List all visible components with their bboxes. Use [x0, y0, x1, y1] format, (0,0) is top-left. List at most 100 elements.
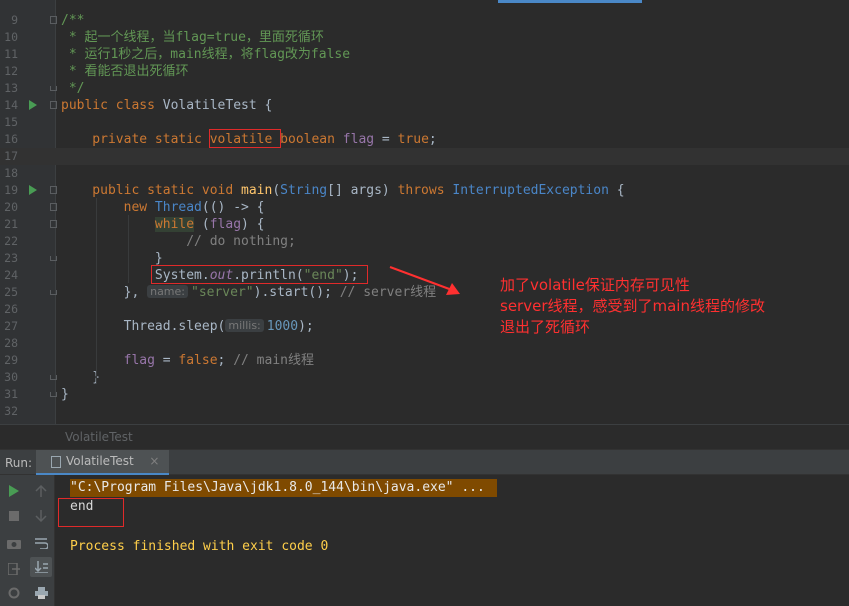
close-icon[interactable]: ×: [149, 454, 159, 468]
line-number: 14: [4, 98, 18, 112]
scroll-to-end-icon[interactable]: [30, 557, 52, 577]
fold-icon[interactable]: [50, 101, 57, 109]
annotation-arrow: [389, 266, 460, 295]
code-editor[interactable]: 9/** 10 * 起一个线程，当flag=true，里面死循环 11 * 运行1秒…: [0, 0, 849, 424]
run-console[interactable]: "C:\Program Files\Java\jdk1.8.0_144\bin\…: [0, 475, 849, 606]
code-text: }: [61, 386, 69, 403]
code-line[interactable]: 11 * 运行1秒之后，main线程，将flag改为false: [0, 46, 849, 63]
code-line[interactable]: 16 private static volatile boolean flag …: [0, 131, 849, 148]
code-token: {: [608, 183, 625, 198]
code-token: );: [298, 319, 314, 334]
code-text: public class VolatileTest {: [61, 97, 272, 114]
code-text: */: [61, 80, 85, 97]
fold-end-icon[interactable]: [50, 290, 57, 295]
code-text: }: [61, 369, 100, 386]
code-text: /**: [61, 12, 84, 29]
code-token: */: [61, 81, 85, 96]
fold-end-icon[interactable]: [50, 256, 57, 261]
code-text: flag = false; // main线程: [61, 352, 314, 369]
code-line[interactable]: 31}: [0, 386, 849, 403]
fold-end-icon[interactable]: [50, 392, 57, 397]
code-token: (: [272, 183, 281, 198]
soft-wrap-icon[interactable]: [30, 533, 52, 553]
code-token: },: [61, 285, 148, 300]
fold-end-icon[interactable]: [50, 375, 57, 380]
code-line[interactable]: 15: [0, 114, 849, 131]
code-line[interactable]: 12 * 看能否退出死循环: [0, 63, 849, 80]
arrow-down-icon[interactable]: [30, 506, 52, 526]
code-line[interactable]: 29 flag = false; // main线程: [0, 352, 849, 369]
run-toolbar-left: [0, 475, 28, 606]
annotation-text: 加了volatile保证内存可见性 server线程，感受到了main线程的修改…: [500, 275, 765, 338]
fold-icon[interactable]: [50, 203, 57, 211]
console-exit-message: Process finished with exit code 0: [70, 539, 329, 554]
run-gutter-icon[interactable]: [29, 185, 37, 195]
annotation-line: 退出了死循环: [500, 318, 591, 336]
settings-icon[interactable]: [3, 583, 25, 603]
run-gutter-icon[interactable]: [29, 100, 37, 110]
code-token: new: [61, 200, 155, 215]
code-token: }: [61, 387, 69, 402]
code-token: String: [280, 183, 328, 198]
code-token: ) {: [241, 217, 265, 232]
line-number: 12: [4, 64, 18, 78]
code-token: ;: [428, 132, 437, 147]
fold-end-icon[interactable]: [50, 86, 57, 91]
code-token: VolatileTest {: [162, 98, 273, 113]
rerun-icon[interactable]: [3, 481, 25, 501]
code-token: flag: [342, 132, 375, 147]
code-line[interactable]: 18: [0, 165, 849, 182]
exit-icon[interactable]: [3, 559, 25, 579]
code-token: throws: [397, 183, 453, 198]
fold-icon[interactable]: [50, 16, 57, 24]
code-line[interactable]: 9 /**: [0, 12, 849, 29]
code-line[interactable]: 32: [0, 403, 849, 420]
breadcrumb[interactable]: VolatileTest: [0, 424, 849, 450]
code-line[interactable]: 19 public static void main(String[] args…: [0, 182, 849, 199]
code-line[interactable]: 17: [0, 148, 849, 165]
code-token: false: [178, 353, 218, 368]
breadcrumb-class[interactable]: VolatileTest: [65, 430, 133, 444]
code-line[interactable]: 30 }: [0, 369, 849, 386]
code-line[interactable]: 13 */: [0, 80, 849, 97]
print-icon[interactable]: [30, 583, 52, 603]
line-number: 32: [4, 404, 18, 418]
code-token: * 运行1秒之后，main线程，将flag改为false: [61, 47, 351, 62]
code-text: }: [61, 250, 163, 267]
arrow-up-icon[interactable]: [30, 481, 52, 501]
fold-icon[interactable]: [50, 220, 57, 228]
parameter-hint: name:: [147, 285, 188, 298]
line-number: 15: [4, 115, 18, 129]
code-token: while: [154, 217, 195, 232]
run-tab-volatiletest[interactable]: VolatileTest ×: [36, 450, 170, 475]
println-highlight-box: [151, 265, 368, 284]
line-number: 17: [4, 149, 18, 163]
stop-icon[interactable]: [3, 506, 25, 526]
annotation-line: server线程，感受到了main线程的修改: [500, 297, 765, 315]
run-tab-label: VolatileTest: [66, 454, 134, 468]
code-line[interactable]: 14 public class VolatileTest {: [0, 97, 849, 114]
code-text: while (flag) {: [61, 216, 265, 233]
code-token: main: [241, 183, 273, 198]
code-line[interactable]: 20 new Thread(() -> {: [0, 199, 849, 216]
line-number: 26: [4, 302, 18, 316]
fold-icon[interactable]: [50, 186, 57, 194]
code-token: Thread.sleep(: [61, 319, 226, 334]
code-text: * 看能否退出死循环: [61, 63, 189, 80]
line-number: 28: [4, 336, 18, 350]
code-text: * 运行1秒之后，main线程，将flag改为false: [61, 46, 350, 63]
camera-icon[interactable]: [3, 533, 25, 553]
tab-scroll-indicator: [498, 0, 642, 3]
line-number: 20: [4, 200, 18, 214]
code-line[interactable]: 10 * 起一个线程，当flag=true，里面死循环: [0, 29, 849, 46]
code-token: }: [61, 370, 101, 385]
line-number: 25: [4, 285, 18, 299]
code-token: ).start();: [253, 285, 340, 300]
code-token: [] args): [327, 183, 398, 198]
line-number: 19: [4, 183, 18, 197]
line-number: 31: [4, 387, 18, 401]
code-token: private static: [61, 132, 210, 147]
run-toolbar-right: [28, 475, 55, 606]
code-token: 1000: [266, 319, 299, 334]
